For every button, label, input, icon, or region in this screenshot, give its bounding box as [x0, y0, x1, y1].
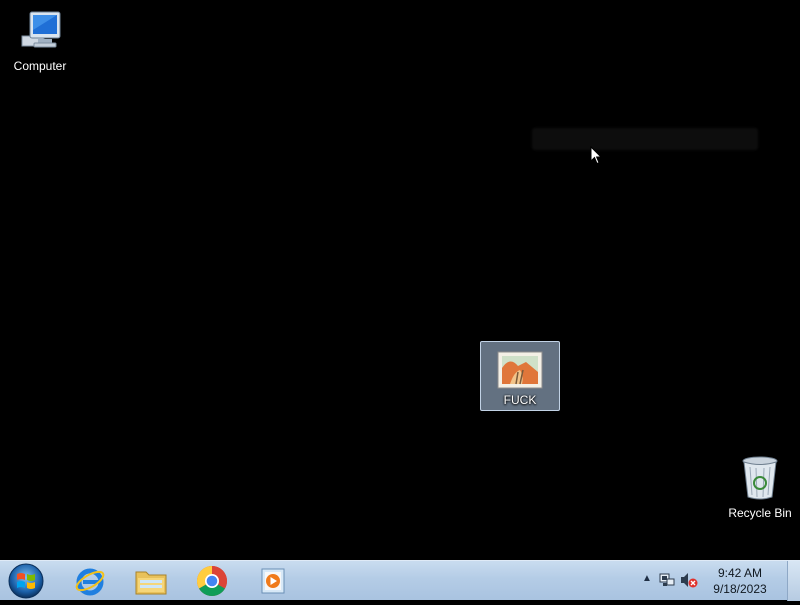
windows-start-orb-icon	[8, 563, 44, 599]
desktop[interactable]: Computer FUCK Recycle Bin	[0, 0, 800, 560]
system-tray: ▲ 9:42 AM 9/18/2023	[630, 561, 800, 601]
internet-explorer-icon	[75, 568, 105, 596]
start-button[interactable]	[4, 562, 48, 600]
computer-icon	[16, 8, 64, 54]
clock-time: 9:42 AM	[717, 566, 763, 580]
image-file-icon	[496, 350, 544, 392]
network-icon[interactable]	[659, 572, 675, 593]
taskbar-media-player[interactable]	[245, 563, 301, 599]
desktop-icon-label: FUCK	[503, 393, 537, 407]
mouse-cursor-icon	[590, 145, 603, 170]
clock[interactable]: 9:42 AM 9/18/2023	[698, 565, 782, 597]
show-desktop-button[interactable]	[787, 561, 800, 601]
volume-muted-icon[interactable]	[680, 572, 698, 593]
desktop-icon-computer[interactable]: Computer	[1, 8, 79, 73]
chrome-icon	[196, 566, 228, 597]
desktop-icon-image-file[interactable]: FUCK	[480, 341, 560, 411]
taskbar-file-explorer[interactable]	[123, 563, 179, 599]
show-hidden-icons-button[interactable]: ▲	[642, 573, 652, 584]
media-player-icon	[261, 568, 285, 594]
taskbar: ▲ 9:42 AM 9/18/2023	[0, 560, 800, 601]
recycle-bin-icon	[740, 455, 780, 501]
file-explorer-icon	[135, 571, 167, 595]
desktop-icon-recycle-bin[interactable]: Recycle Bin	[721, 455, 799, 520]
taskbar-internet-explorer[interactable]	[62, 563, 118, 599]
clock-date: 9/18/2023	[713, 582, 767, 596]
taskbar-chrome[interactable]	[184, 563, 240, 599]
desktop-icon-label: Computer	[13, 59, 67, 73]
blurred-region	[532, 128, 758, 150]
desktop-icon-label: Recycle Bin	[728, 506, 792, 520]
